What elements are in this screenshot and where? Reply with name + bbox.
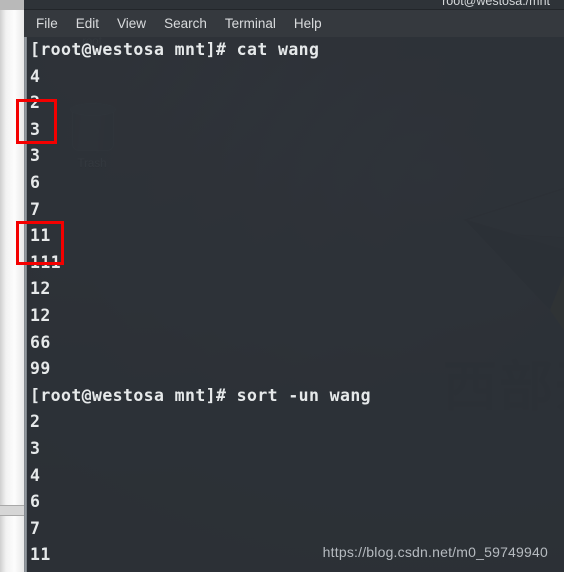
menu-item-view[interactable]: View <box>117 10 146 38</box>
watermark-url: https://blog.csdn.net/m0_59749940 <box>322 544 548 560</box>
terminal-line: 66 <box>30 332 51 352</box>
terminal-text-lines: [root@westosa mnt]# cat wang 4 2 3 3 6 7 11 111 1… <box>30 37 564 572</box>
menu-item-help[interactable]: Help <box>294 10 322 38</box>
menu-item-file[interactable]: File <box>36 10 58 38</box>
terminal-line: 12 <box>30 279 51 299</box>
background-window-titlebar <box>0 0 24 10</box>
terminal-line: 4 <box>30 465 41 485</box>
menu-item-terminal[interactable]: Terminal <box>225 10 276 38</box>
terminal-line: 6 <box>30 492 41 512</box>
terminal-line: 3 <box>30 119 41 139</box>
terminal-title: root@westosa:/mnt <box>442 0 550 8</box>
terminal-line: 2 <box>30 93 41 113</box>
terminal-line: 7 <box>30 518 41 538</box>
menu-item-search[interactable]: Search <box>164 10 207 38</box>
terminal-line: 7 <box>30 199 41 219</box>
background-window-divider <box>0 505 24 516</box>
terminal-output-area[interactable]: [root@westosa mnt]# cat wang 4 2 3 3 6 7 11 111 1… <box>24 37 564 572</box>
terminal-titlebar[interactable]: root@westosa:/mnt <box>24 0 564 9</box>
terminal-line: 99 <box>30 359 51 379</box>
terminal-line: 3 <box>30 146 41 166</box>
terminal-line: 111 <box>30 252 62 272</box>
terminal-line: 12 <box>30 305 51 325</box>
terminal-line: 6 <box>30 172 41 192</box>
terminal-line: [root@westosa mnt]# sort -un wang <box>30 385 372 405</box>
terminal-window[interactable]: root@westosa:/mnt File Edit View Search … <box>24 0 564 572</box>
screenshot-root: 西部开 root Trash root@westosa:/mnt File Ed… <box>0 0 564 572</box>
terminal-line: 2 <box>30 412 41 432</box>
background-window-panel[interactable] <box>0 0 25 572</box>
menu-item-edit[interactable]: Edit <box>76 10 99 38</box>
terminal-menubar[interactable]: File Edit View Search Terminal Help <box>24 9 564 37</box>
terminal-line: [root@westosa mnt]# cat wang <box>30 40 320 59</box>
terminal-scrollbar-edge <box>27 37 28 572</box>
terminal-line: 3 <box>30 438 41 458</box>
terminal-line: 4 <box>30 66 41 86</box>
terminal-line: 11 <box>30 226 51 246</box>
